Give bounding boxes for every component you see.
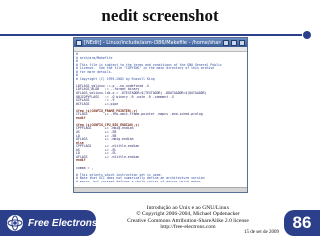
text-editor[interactable]: # # arch/arm/Makefile # # This file is subj… [74,52,247,182]
slide-date: 15 de set de 2009 [244,230,279,235]
maximize-icon[interactable] [231,39,237,46]
title-underline [0,34,302,36]
window-title: [NEdit] - Linux/include/asm-i386/Makefil… [84,39,221,46]
close-icon[interactable] [239,39,245,46]
footer-credits: Introdução ao Unix e ao GNU/Linux © Copy… [98,205,278,231]
editor-line: # macro, but instead defines a whole ser… [76,179,201,182]
free-electrons-logo-icon [6,214,24,232]
free-electrons-banner: Free Electrons [0,210,98,236]
title-dot [303,31,311,39]
slide-title: nedit screenshot [101,6,219,25]
window-menu-icon[interactable] [76,39,82,46]
minimize-icon[interactable] [223,39,229,46]
page-number: 86 [292,213,312,232]
company-name: Free Electrons [28,217,98,229]
page-number-badge: 86 [284,210,320,236]
status-bar [74,187,247,192]
window-titlebar[interactable]: [NEdit] - Linux/include/asm-i386/Makefil… [74,38,247,47]
nedit-window: [NEdit] - Linux/include/asm-i386/Makefil… [73,37,248,193]
